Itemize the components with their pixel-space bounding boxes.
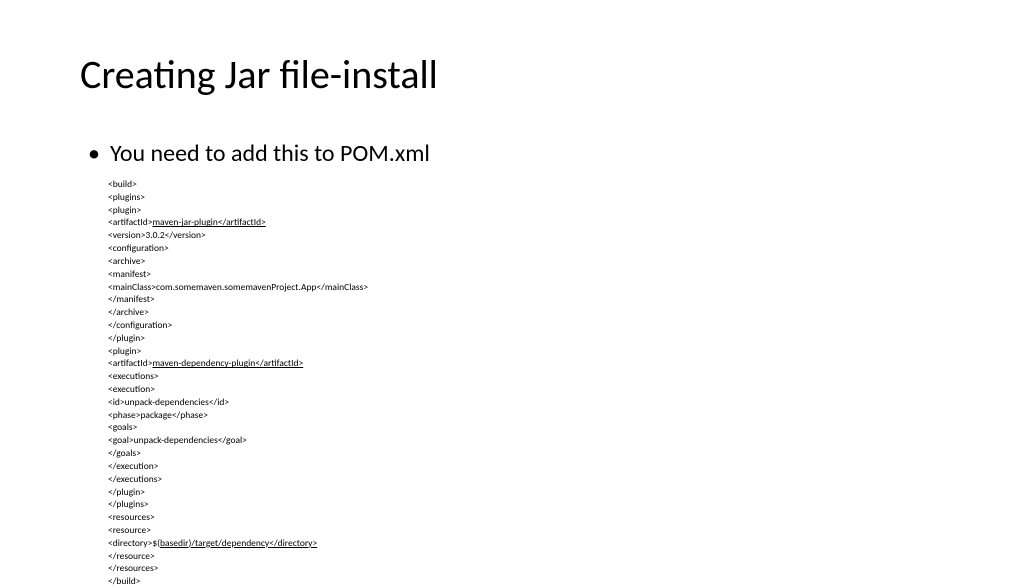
slide-title: Creating Jar file-install	[80, 50, 944, 99]
code-line: <manifest>	[108, 268, 944, 281]
code-line: </configuration>	[108, 319, 944, 332]
code-line: <goals>	[108, 421, 944, 434]
code-line: <executions>	[108, 370, 944, 383]
bullet-item: • You need to add this to POM.xml	[80, 139, 944, 168]
code-line: </archive>	[108, 306, 944, 319]
code-line: </plugin>	[108, 332, 944, 345]
code-line: <plugin>	[108, 345, 944, 358]
code-line: <directory>$(basedir)/target/dependency<…	[108, 537, 944, 550]
code-line: </goals>	[108, 447, 944, 460]
code-line: </resources>	[108, 562, 944, 575]
code-line: <goal>unpack-dependencies</goal>	[108, 434, 944, 447]
code-line: <configuration>	[108, 242, 944, 255]
code-line: </executions>	[108, 473, 944, 486]
code-line: <artifactId>maven-dependency-plugin</art…	[108, 357, 944, 370]
code-line: <plugins>	[108, 191, 944, 204]
code-line: <version>3.0.2</version>	[108, 229, 944, 242]
code-line: </execution>	[108, 460, 944, 473]
code-line: <phase>package</phase>	[108, 409, 944, 422]
code-line: <plugin>	[108, 204, 944, 217]
code-line: <execution>	[108, 383, 944, 396]
code-block: <build> <plugins> <plugin> <artifactId>m…	[108, 178, 944, 588]
code-line: </build>	[108, 575, 944, 588]
code-line: <mainClass>com.somemaven.somemavenProjec…	[108, 281, 944, 294]
code-line: <resource>	[108, 524, 944, 537]
code-line: <archive>	[108, 255, 944, 268]
bullet-text: You need to add this to POM.xml	[110, 139, 430, 168]
code-line: </plugin>	[108, 486, 944, 499]
code-line: <artifactId>maven-jar-plugin</artifactId…	[108, 216, 944, 229]
code-line: <build>	[108, 178, 944, 191]
code-line: </plugins>	[108, 498, 944, 511]
code-line: <id>unpack-dependencies</id>	[108, 396, 944, 409]
code-line: </resource>	[108, 550, 944, 563]
bullet-dot-icon: •	[88, 139, 100, 168]
code-line: </manifest>	[108, 293, 944, 306]
code-line: <resources>	[108, 511, 944, 524]
